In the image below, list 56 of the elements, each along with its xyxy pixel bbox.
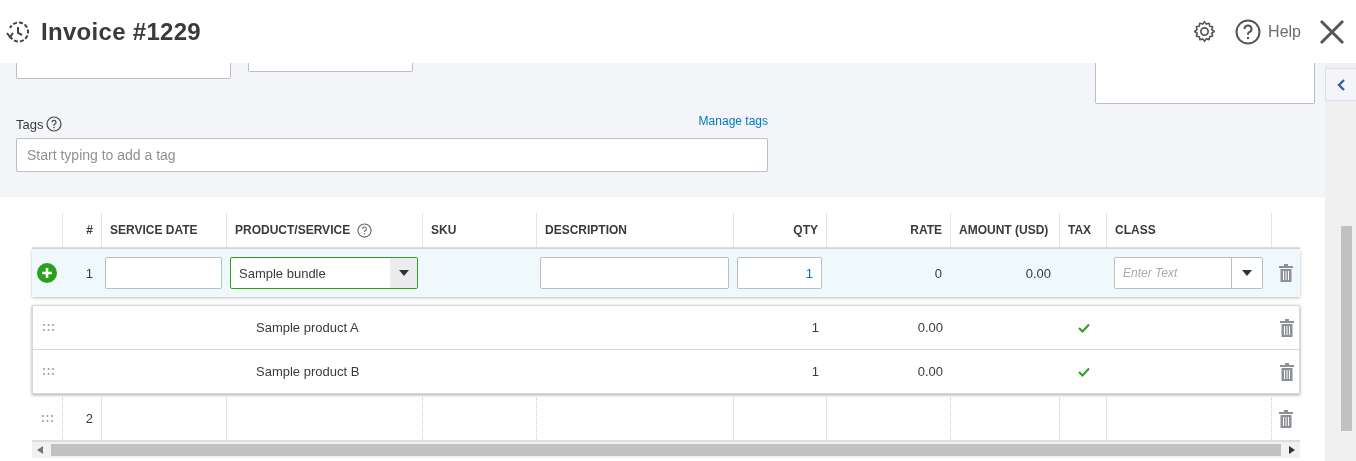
column-header: SERVICE DATE bbox=[110, 223, 198, 237]
manage-tags-link[interactable]: Manage tags bbox=[698, 114, 768, 132]
qty-field[interactable]: 1 bbox=[737, 257, 822, 289]
class-combobox[interactable]: Enter Text bbox=[1114, 257, 1263, 289]
tags-label: Tags bbox=[16, 116, 44, 132]
help-icon[interactable] bbox=[1235, 18, 1262, 45]
caret-icon bbox=[1242, 270, 1252, 276]
help-icon[interactable] bbox=[46, 116, 63, 132]
component-name: Sample product B bbox=[256, 364, 360, 379]
service-date-field[interactable] bbox=[105, 257, 222, 289]
line-number: 2 bbox=[85, 411, 93, 426]
caret-icon bbox=[398, 270, 409, 276]
column-header: PRODUCT/SERVICE bbox=[235, 223, 351, 237]
column-header: # bbox=[86, 223, 93, 237]
help-icon[interactable] bbox=[357, 222, 373, 238]
tags-field[interactable]: Start typing to add a tag bbox=[16, 138, 768, 172]
column-header: QTY bbox=[793, 223, 818, 237]
column-header: DESCRIPTION bbox=[545, 223, 627, 237]
input-field[interactable] bbox=[16, 63, 231, 79]
line-number: 1 bbox=[85, 265, 93, 281]
component-rate: 0.00 bbox=[917, 364, 943, 379]
vertical-scrollbar[interactable] bbox=[1341, 226, 1352, 431]
close-icon[interactable] bbox=[1319, 18, 1345, 45]
product-combobox[interactable]: Sample bundle bbox=[230, 257, 418, 289]
column-header: AMOUNT (USD) bbox=[959, 223, 1049, 237]
chevron-left-icon bbox=[1337, 78, 1345, 91]
input-field[interactable] bbox=[248, 63, 413, 72]
class-field[interactable]: Enter Text bbox=[1115, 258, 1231, 288]
delete-icon[interactable] bbox=[1279, 318, 1294, 337]
column-header: CLASS bbox=[1115, 223, 1156, 237]
scroll-left-icon[interactable] bbox=[37, 446, 43, 454]
amount-value: 0.00 bbox=[1025, 265, 1051, 281]
component-rate: 0.00 bbox=[917, 320, 943, 335]
horizontal-scrollbar[interactable] bbox=[32, 442, 1300, 458]
drag-handle-icon[interactable] bbox=[42, 324, 54, 331]
scroll-right-icon[interactable] bbox=[1289, 446, 1295, 454]
delete-icon[interactable] bbox=[1279, 409, 1293, 428]
delete-icon[interactable] bbox=[1279, 362, 1294, 381]
invoice-title: Invoice #1229 bbox=[41, 17, 201, 46]
component-name: Sample product A bbox=[256, 320, 359, 335]
column-header: TAX bbox=[1068, 223, 1092, 237]
column-header: RATE bbox=[910, 223, 942, 237]
component-qty: 1 bbox=[811, 364, 819, 379]
rate-value: 0 bbox=[934, 265, 942, 281]
column-header: SKU bbox=[431, 223, 457, 237]
component-qty: 1 bbox=[811, 320, 819, 335]
drag-handle-icon[interactable] bbox=[41, 415, 53, 422]
address-field[interactable] bbox=[1095, 63, 1315, 104]
help-link[interactable]: Help bbox=[1268, 22, 1301, 41]
drag-handle-icon[interactable] bbox=[42, 368, 54, 375]
collapse-panel-button[interactable] bbox=[1325, 68, 1356, 101]
delete-icon[interactable] bbox=[1278, 264, 1293, 282]
dropdown-button[interactable] bbox=[1231, 258, 1262, 288]
settings-icon[interactable] bbox=[1192, 19, 1218, 44]
add-icon[interactable] bbox=[37, 263, 57, 283]
description-field[interactable] bbox=[540, 257, 729, 289]
